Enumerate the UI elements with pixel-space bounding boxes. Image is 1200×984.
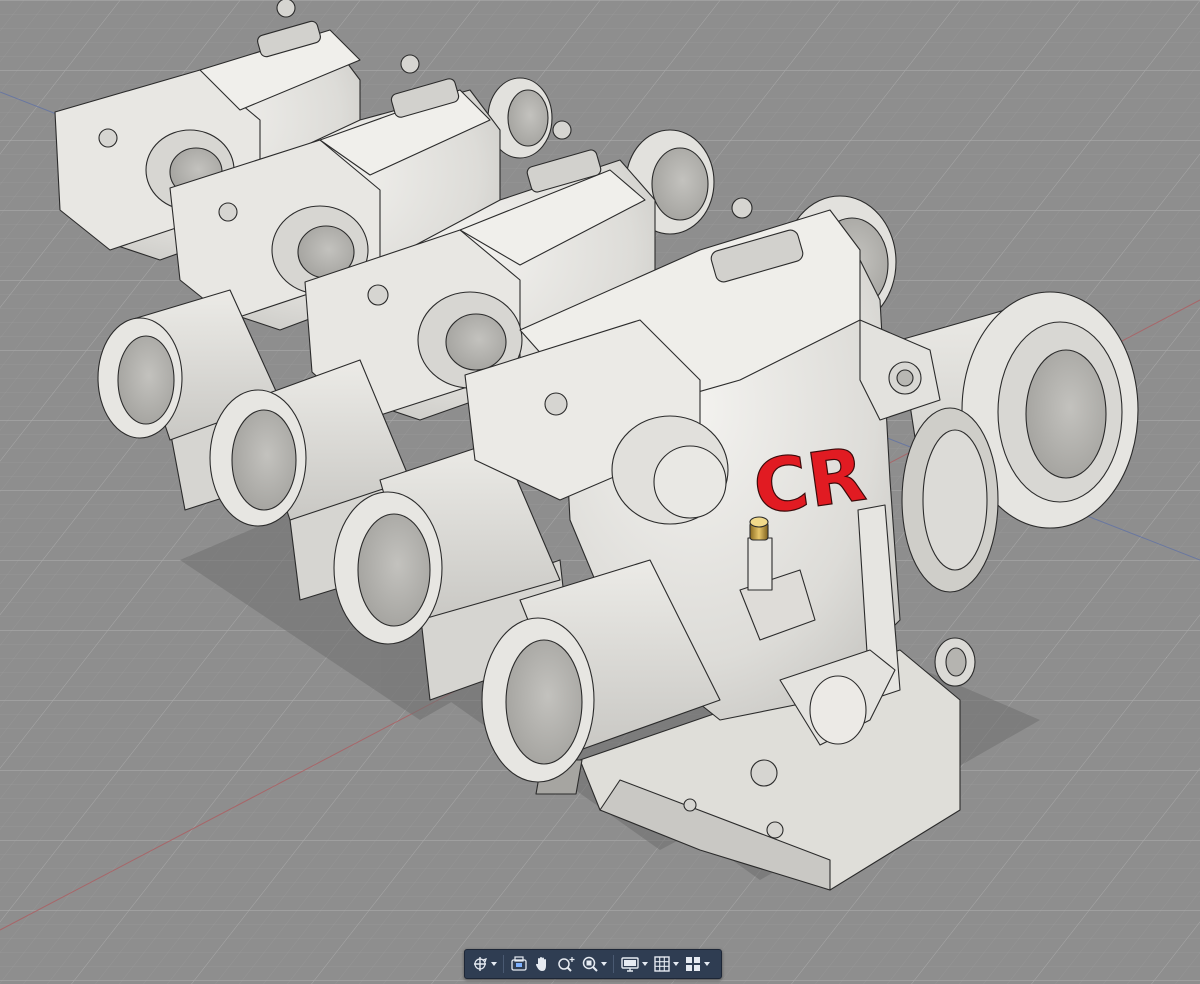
pan-button[interactable] — [531, 952, 553, 976]
fit-menu-caret-icon[interactable] — [601, 962, 607, 966]
fit-button[interactable] — [579, 952, 609, 976]
cr-label: CR — [748, 431, 870, 532]
pan-hand-icon — [536, 957, 546, 971]
viewport-canvas[interactable]: CR — [0, 0, 1200, 984]
separator — [503, 955, 504, 973]
viewports-icon — [686, 957, 700, 971]
viewports-menu-caret-icon[interactable] — [704, 962, 710, 966]
separator — [613, 955, 614, 973]
orbit-button[interactable] — [469, 952, 499, 976]
display-settings-icon — [621, 957, 639, 972]
look-at-icon — [511, 956, 527, 971]
zoom-icon — [558, 957, 575, 972]
viewports-button[interactable] — [682, 952, 712, 976]
look-at-button[interactable] — [508, 952, 530, 976]
navigation-bar — [464, 949, 722, 979]
display-settings-button[interactable] — [618, 952, 650, 976]
orbit-icon — [474, 957, 487, 971]
display-settings-caret-icon[interactable] — [642, 962, 648, 966]
orbit-menu-caret-icon[interactable] — [491, 962, 497, 966]
grid-menu-caret-icon[interactable] — [673, 962, 679, 966]
cr-logo: CR — [748, 431, 871, 533]
3d-viewport[interactable]: CR — [0, 0, 1200, 984]
grid-icon — [654, 956, 670, 972]
zoom-window-icon — [582, 956, 598, 972]
zoom-button[interactable] — [554, 952, 578, 976]
grid-and-snaps-button[interactable] — [651, 952, 681, 976]
